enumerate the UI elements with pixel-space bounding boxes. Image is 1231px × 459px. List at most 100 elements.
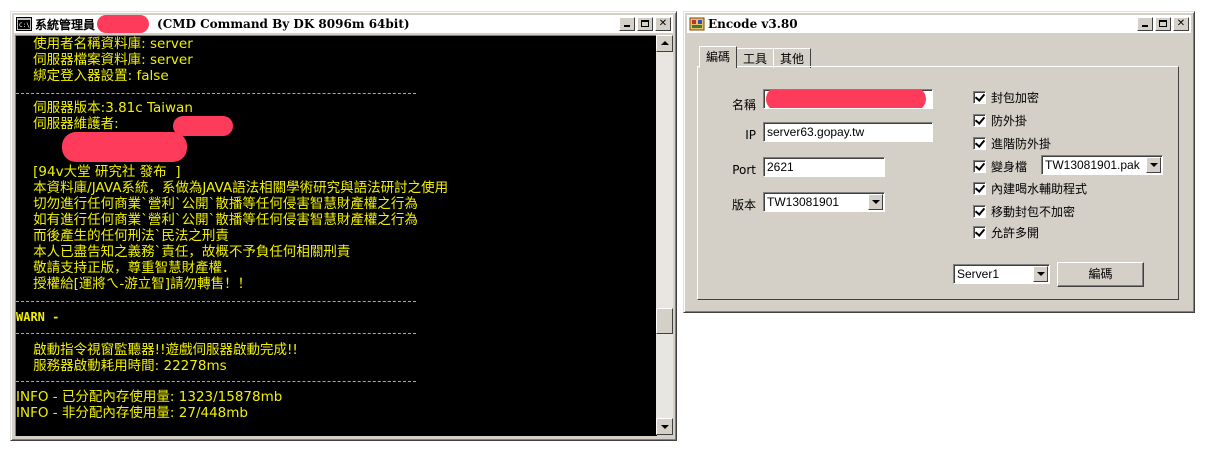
checkbox-move-no-encrypt[interactable]: 移動封包不加密 bbox=[973, 203, 1075, 220]
console-redaction bbox=[62, 132, 187, 162]
minimize-icon bbox=[624, 25, 630, 27]
console-output[interactable]: 使用者名稱資料庫: server 伺服器檔案資料庫: server 綁定登入器設… bbox=[15, 35, 657, 436]
checkbox-box[interactable] bbox=[973, 137, 986, 150]
version-label: 版本 bbox=[731, 198, 756, 212]
encode-tab-panel: 名稱 IP server63.gopay.tw Port 2621 版本 TW1… bbox=[697, 66, 1179, 300]
console-line-info: INFO - 非分配內存使用量: 27/448mb bbox=[16, 405, 248, 421]
encode-title: Encode v3.80 bbox=[708, 17, 798, 31]
cmd-titlebar[interactable]: C:\ 系統管理員 (CMD Command By DK 8096m 64bit… bbox=[14, 15, 673, 33]
console-separator bbox=[16, 301, 416, 302]
chevron-down-icon bbox=[1037, 272, 1045, 276]
checkbox-box[interactable] bbox=[973, 226, 986, 239]
dropdown-button[interactable] bbox=[1146, 157, 1161, 173]
close-icon: ✕ bbox=[658, 18, 668, 29]
console-scrollbar[interactable] bbox=[656, 35, 673, 435]
encode-window: Encode v3.80 ✕ 編碼 工具 其他 名稱 IP server63.g… bbox=[683, 11, 1195, 313]
console-line: [94v大堂 研究社 發布 ] bbox=[16, 164, 181, 180]
tab-other[interactable]: 其他 bbox=[773, 48, 812, 68]
checkbox-advanced-anti-cheat[interactable]: 進階防外掛 bbox=[973, 135, 1051, 152]
svg-text:C:\: C:\ bbox=[19, 22, 30, 29]
ip-field[interactable]: server63.gopay.tw bbox=[763, 122, 933, 142]
checkbox-box[interactable] bbox=[973, 160, 986, 173]
close-button[interactable]: ✕ bbox=[655, 17, 671, 31]
name-redaction bbox=[766, 90, 926, 108]
tab-tools[interactable]: 工具 bbox=[736, 48, 775, 68]
tab-strip: 編碼 工具 其他 bbox=[699, 46, 812, 68]
console-separator bbox=[16, 333, 416, 334]
console-separator bbox=[16, 93, 416, 94]
console-redaction bbox=[173, 116, 233, 136]
close-button[interactable]: ✕ bbox=[1173, 17, 1189, 31]
cmd-caption-buttons: ✕ bbox=[617, 17, 671, 31]
scroll-down-button[interactable] bbox=[656, 418, 673, 435]
scroll-up-button[interactable] bbox=[656, 35, 673, 52]
console-line-info: INFO - 已分配內存使用量: 1323/15878mb bbox=[16, 389, 283, 405]
console-separator bbox=[16, 381, 416, 382]
console-line: 授權給[運將ㄟ-游立智]請勿轉售！！ bbox=[16, 276, 252, 292]
ip-label: IP bbox=[745, 128, 756, 142]
version-select-value: TW13081901 bbox=[767, 195, 840, 209]
minimize-icon bbox=[1142, 25, 1148, 27]
cmd-title-suffix: (CMD Command By DK 8096m 64bit) bbox=[157, 17, 410, 31]
checkbox-label: 進階防外掛 bbox=[991, 137, 1052, 151]
arrow-up-icon bbox=[661, 41, 669, 45]
checkbox-label: 防外掛 bbox=[991, 114, 1028, 128]
checkbox-label: 變身檔 bbox=[991, 160, 1028, 174]
checkbox-morph-file[interactable]: 變身檔 bbox=[973, 158, 1027, 175]
console-line: 伺服器檔案資料庫: server bbox=[16, 52, 193, 68]
encode-titlebar[interactable]: Encode v3.80 ✕ bbox=[687, 15, 1191, 33]
cmd-icon: C:\ bbox=[16, 17, 32, 31]
encode-caption-buttons: ✕ bbox=[1135, 17, 1189, 31]
maximize-button[interactable] bbox=[637, 17, 653, 31]
scroll-thumb[interactable] bbox=[656, 308, 673, 334]
cmd-title-prefix: 系統管理員 bbox=[35, 17, 96, 32]
checkbox-label: 封包加密 bbox=[991, 91, 1040, 105]
checkbox-label: 內建喝水輔助程式 bbox=[991, 182, 1088, 196]
console-line: 使用者名稱資料庫: server bbox=[16, 36, 193, 52]
minimize-button[interactable] bbox=[619, 17, 635, 31]
encode-button[interactable]: 編碼 bbox=[1057, 262, 1144, 287]
maximize-icon bbox=[641, 20, 649, 27]
pak-select[interactable]: TW13081901.pak bbox=[1041, 155, 1163, 175]
name-label: 名稱 bbox=[731, 98, 756, 112]
console-line: 本人已盡告知之義務`責任，故概不予負任何相關刑責 bbox=[16, 244, 351, 260]
console-line: 伺服器維護者: bbox=[16, 116, 119, 132]
chevron-down-icon bbox=[872, 200, 880, 204]
cmd-window: C:\ 系統管理員 (CMD Command By DK 8096m 64bit… bbox=[10, 11, 677, 441]
port-label: Port bbox=[732, 163, 756, 177]
arrow-down-icon bbox=[661, 425, 669, 429]
maximize-icon bbox=[1159, 20, 1167, 27]
console-line: 綁定登入器設置: false bbox=[16, 68, 169, 84]
dropdown-button[interactable] bbox=[1033, 266, 1048, 282]
console-line: 而後產生的任何刑法`民法之刑責 bbox=[16, 228, 229, 244]
minimize-button[interactable] bbox=[1137, 17, 1153, 31]
console-line-warn: WARN - bbox=[16, 310, 60, 324]
name-field[interactable] bbox=[763, 89, 933, 109]
checkbox-auto-potion[interactable]: 內建喝水輔助程式 bbox=[973, 180, 1087, 197]
server-select-value: Server1 bbox=[957, 267, 1000, 281]
checkbox-label: 允許多開 bbox=[991, 226, 1040, 240]
title-redaction bbox=[97, 15, 150, 33]
checkbox-label: 移動封包不加密 bbox=[991, 205, 1076, 219]
port-field[interactable]: 2621 bbox=[763, 157, 885, 177]
tab-encode[interactable]: 編碼 bbox=[699, 46, 738, 68]
checkbox-packet-encrypt[interactable]: 封包加密 bbox=[973, 89, 1039, 106]
close-icon: ✕ bbox=[1176, 18, 1186, 29]
checkbox-box[interactable] bbox=[973, 205, 986, 218]
checkbox-box[interactable] bbox=[973, 114, 986, 127]
checkbox-box[interactable] bbox=[973, 91, 986, 104]
checkbox-box[interactable] bbox=[973, 182, 986, 195]
console-line: 服務器啟動耗用時間: 22278ms bbox=[16, 358, 227, 374]
console-line: 啟動指令視窗監聽器!!遊戲伺服器啟動完成!! bbox=[16, 342, 298, 358]
maximize-button[interactable] bbox=[1155, 17, 1171, 31]
version-select[interactable]: TW13081901 bbox=[763, 192, 885, 212]
dropdown-button[interactable] bbox=[868, 194, 883, 210]
checkbox-multi-open[interactable]: 允許多開 bbox=[973, 224, 1039, 241]
checkbox-anti-cheat[interactable]: 防外掛 bbox=[973, 112, 1027, 129]
console-line: 伺服器版本:3.81c Taiwan bbox=[16, 100, 193, 116]
console-line: 切勿進行任何商業`營利`公開`散播等任何侵害智慧財產權之行為 bbox=[16, 196, 418, 212]
console-line: 敬請支持正版，尊重智慧財產權． bbox=[16, 260, 236, 276]
server-select[interactable]: Server1 bbox=[953, 264, 1050, 284]
app-icon bbox=[689, 17, 705, 31]
console-line: 本資料庫/JAVA系統，系做為JAVA語法相關學術研究與語法研討之使用 bbox=[16, 180, 449, 196]
